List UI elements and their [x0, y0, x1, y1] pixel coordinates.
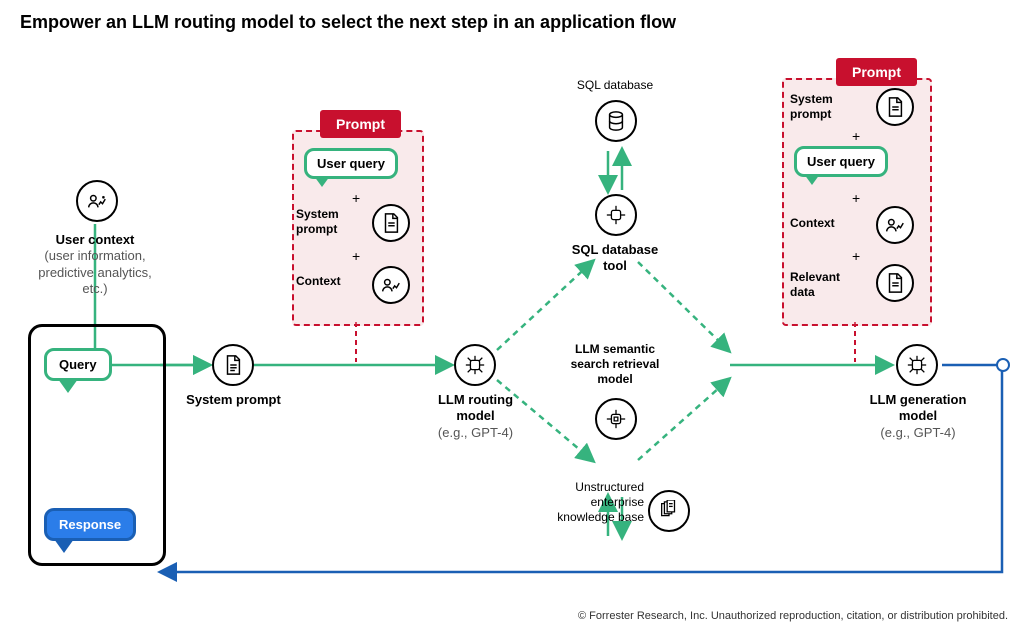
user-context-icon	[76, 180, 118, 222]
semantic-model-icon	[595, 398, 637, 440]
document-icon	[876, 88, 914, 126]
knowledge-base-icon	[648, 490, 690, 532]
routing-model-label: LLM routing model (e.g., GPT-4)	[418, 392, 533, 441]
document-icon	[876, 264, 914, 302]
system-prompt-icon	[212, 344, 254, 386]
copyright-text: © Forrester Research, Inc. Unauthorized …	[578, 610, 1008, 622]
prompt1-user-query: User query	[304, 148, 398, 179]
plus-icon: +	[852, 248, 860, 264]
prompt1-system-prompt-label: System prompt	[296, 207, 366, 237]
plus-icon: +	[852, 128, 860, 144]
plus-icon: +	[352, 190, 360, 206]
user-context-label: User context (user information, predicti…	[30, 232, 160, 297]
knowledge-base-label: Unstructured enterprise knowledge base	[544, 480, 644, 525]
prompt2-relevant-data-label: Relevant data	[790, 270, 862, 300]
prompt-tag-2: Prompt	[836, 58, 917, 86]
prompt1-user-query-tail	[314, 176, 330, 187]
prompt2-user-query-tail	[804, 174, 820, 185]
page-title: Empower an LLM routing model to select t…	[20, 12, 676, 33]
llm-generation-icon	[896, 344, 938, 386]
prompt1-context-label: Context	[296, 274, 366, 289]
prompt-tag-1: Prompt	[320, 110, 401, 138]
semantic-model-label: LLM semantic search retrieval model	[555, 342, 675, 387]
query-bubble-tail	[58, 379, 78, 393]
plus-icon: +	[852, 190, 860, 206]
document-icon	[372, 204, 410, 242]
response-bubble: Response	[44, 508, 136, 541]
sql-tool-label: SQL database tool	[560, 242, 670, 275]
llm-routing-icon	[454, 344, 496, 386]
sql-tool-icon	[595, 194, 637, 236]
plus-icon: +	[352, 248, 360, 264]
prompt2-user-query: User query	[794, 146, 888, 177]
prompt2-context-label: Context	[790, 216, 860, 231]
prompt2-system-prompt-label: System prompt	[790, 92, 852, 122]
response-bubble-tail	[54, 539, 74, 553]
generation-model-label: LLM generation model (e.g., GPT-4)	[854, 392, 982, 441]
flow-endpoint-dot	[996, 358, 1010, 372]
sql-database-label: SQL database	[565, 78, 665, 93]
system-prompt-label: System prompt	[186, 392, 281, 408]
query-bubble: Query	[44, 348, 112, 381]
database-icon	[595, 100, 637, 142]
analytics-icon	[372, 266, 410, 304]
analytics-icon	[876, 206, 914, 244]
